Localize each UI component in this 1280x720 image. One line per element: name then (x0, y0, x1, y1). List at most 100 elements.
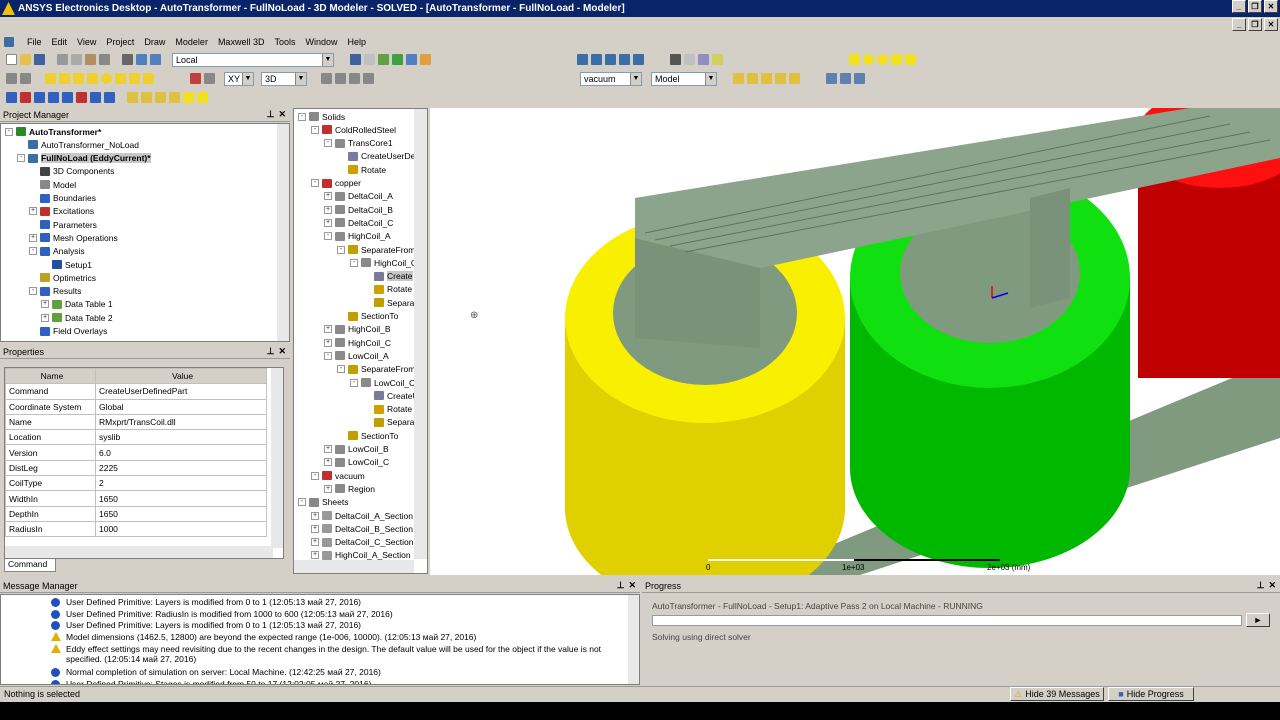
draw-arc-icon[interactable] (73, 73, 84, 84)
model-tree-item[interactable]: + DeltaCoil_B_Section (311, 522, 413, 535)
pin-icon[interactable]: ⊥ (617, 580, 625, 591)
snap-face-icon[interactable] (775, 73, 786, 84)
subtract-icon[interactable] (335, 73, 346, 84)
model-tree-item[interactable]: - HighCoil_A (324, 230, 391, 243)
child-restore-button[interactable]: ❐ (1248, 18, 1262, 31)
draw-circle-icon[interactable] (101, 73, 112, 84)
message-item[interactable]: Normal completion of simulation on serve… (51, 667, 626, 677)
project-tree-item[interactable]: + Mesh Operations (29, 231, 118, 244)
model-tree-item[interactable]: + DeltaCoil_C (324, 216, 393, 229)
axis-z-icon[interactable] (854, 73, 865, 84)
unite-icon[interactable] (321, 73, 332, 84)
project-tree-item[interactable]: - FullNoLoad (EddyCurrent)* (17, 152, 151, 165)
modeler-viewport[interactable]: 0 1e+03 2e+03 (mm) ⊕ (430, 108, 1280, 575)
snap-center-icon[interactable] (789, 73, 800, 84)
vector-icon[interactable] (169, 92, 180, 103)
message-scrollbar[interactable] (628, 595, 639, 684)
model-tree-item[interactable]: - SeparateFrom (337, 363, 415, 376)
validate-icon[interactable] (378, 54, 389, 65)
project-tree-item[interactable]: AutoTransformer_NoLoad (17, 138, 139, 151)
overlay-icon[interactable] (155, 92, 166, 103)
redo-icon[interactable] (150, 54, 161, 65)
results-icon[interactable] (406, 54, 417, 65)
expand-icon[interactable]: + (311, 538, 319, 547)
property-row[interactable]: Coordinate System Global (5, 398, 267, 415)
model-tree-item[interactable]: - Sheets (298, 496, 348, 509)
property-row[interactable]: Location syslib (5, 429, 267, 446)
draw-rect-icon[interactable] (115, 73, 126, 84)
expand-icon[interactable]: + (311, 511, 319, 520)
property-value[interactable]: 1650 (95, 490, 267, 507)
boundary-icon[interactable] (6, 92, 17, 103)
collapse-icon[interactable]: - (17, 154, 25, 163)
project-tree-item[interactable]: Boundaries (29, 192, 96, 205)
cylinder-icon[interactable] (863, 54, 874, 65)
collapse-icon[interactable]: - (324, 232, 332, 241)
collapse-icon[interactable]: - (311, 179, 319, 187)
minimize-button[interactable]: _ (1232, 0, 1246, 13)
model-tree-item[interactable]: - HighCoil_C (350, 256, 417, 269)
project-tree-item[interactable]: Parameters (29, 218, 97, 231)
collapse-icon[interactable]: - (298, 112, 306, 121)
model-tree-item[interactable]: Rotate (363, 283, 412, 296)
model-tree-item[interactable]: Rotate (363, 403, 412, 416)
view-orient-icon[interactable] (670, 54, 681, 65)
project-tree-item[interactable]: Model (29, 178, 76, 191)
pan-icon[interactable] (591, 54, 602, 65)
menu-project[interactable]: Project (101, 37, 139, 47)
torus-icon[interactable] (891, 54, 902, 65)
model-tree-item[interactable]: - SeparateFrom (337, 243, 415, 256)
property-row[interactable]: CoilType 2 (5, 475, 267, 492)
progress-next-button[interactable]: ► (1246, 613, 1270, 627)
plane-icon[interactable] (204, 73, 215, 84)
plane-combo[interactable]: XY ▼ (224, 71, 254, 86)
export-icon[interactable] (197, 92, 208, 103)
property-row[interactable]: DistLeg 2225 (5, 459, 267, 477)
project-tree-item[interactable]: - AutoTransformer* (5, 125, 101, 138)
helix-icon[interactable] (905, 54, 916, 65)
menu-view[interactable]: View (72, 37, 101, 47)
cut-icon[interactable] (57, 54, 68, 65)
draw-polyline-icon[interactable] (87, 73, 98, 84)
field-plot-icon[interactable] (127, 92, 138, 103)
model-tree-item[interactable]: SectionTo (337, 310, 398, 323)
collapse-icon[interactable]: - (324, 139, 332, 148)
project-tree-item[interactable]: Field Overlays (29, 325, 107, 338)
property-value[interactable]: 2225 (95, 459, 267, 477)
collapse-icon[interactable]: - (311, 125, 319, 134)
property-value[interactable]: RMxprt/TransCoil.dll (95, 413, 267, 431)
expand-icon[interactable]: + (324, 325, 332, 334)
mode-combo[interactable]: Model ▼ (651, 71, 717, 86)
project-tree-item[interactable]: 3D Components (29, 165, 114, 178)
expand-icon[interactable]: + (324, 192, 332, 201)
close-button[interactable]: ✕ (1264, 0, 1278, 13)
menu-edit[interactable]: Edit (47, 37, 73, 47)
expand-icon[interactable]: + (324, 205, 332, 214)
message-item[interactable]: User Defined Primitive: RadiusIn is modi… (51, 609, 626, 619)
close-icon[interactable]: ✕ (1268, 580, 1276, 591)
model-tree-hscroll[interactable] (294, 560, 414, 573)
draw-ellipse-icon[interactable] (129, 73, 140, 84)
collapse-icon[interactable]: - (337, 365, 345, 374)
delete-icon[interactable] (122, 54, 133, 65)
message-item[interactable]: User Defined Primitive: Stages is modifi… (51, 679, 626, 684)
model-tree-item[interactable]: + HighCoil_C (324, 336, 391, 349)
property-row[interactable]: Command CreateUserDefinedPart (5, 383, 267, 400)
material-combo[interactable]: vacuum ▼ (580, 71, 642, 86)
model-tree-item[interactable]: + DeltaCoil_C_Section (311, 536, 413, 549)
select-icon[interactable] (6, 73, 17, 84)
collapse-icon[interactable]: - (5, 127, 13, 136)
fit-all-icon[interactable] (619, 54, 630, 65)
expand-icon[interactable]: + (41, 300, 49, 309)
restore-button[interactable]: ❐ (1248, 0, 1262, 13)
model-tree-item[interactable]: + DeltaCoil_B (324, 203, 393, 216)
draw-polygon-icon[interactable] (143, 73, 154, 84)
model-tree-vscroll[interactable] (414, 109, 427, 559)
menu-help[interactable]: Help (342, 37, 371, 47)
snap-vertex-icon[interactable] (747, 73, 758, 84)
animate-icon[interactable] (141, 92, 152, 103)
property-row[interactable]: DepthIn 1650 (5, 505, 267, 522)
model-tree-item[interactable]: - TransCore1 (324, 137, 393, 150)
menu-modeler[interactable]: Modeler (170, 37, 213, 47)
project-tree-item[interactable]: Setup1 (41, 258, 92, 271)
